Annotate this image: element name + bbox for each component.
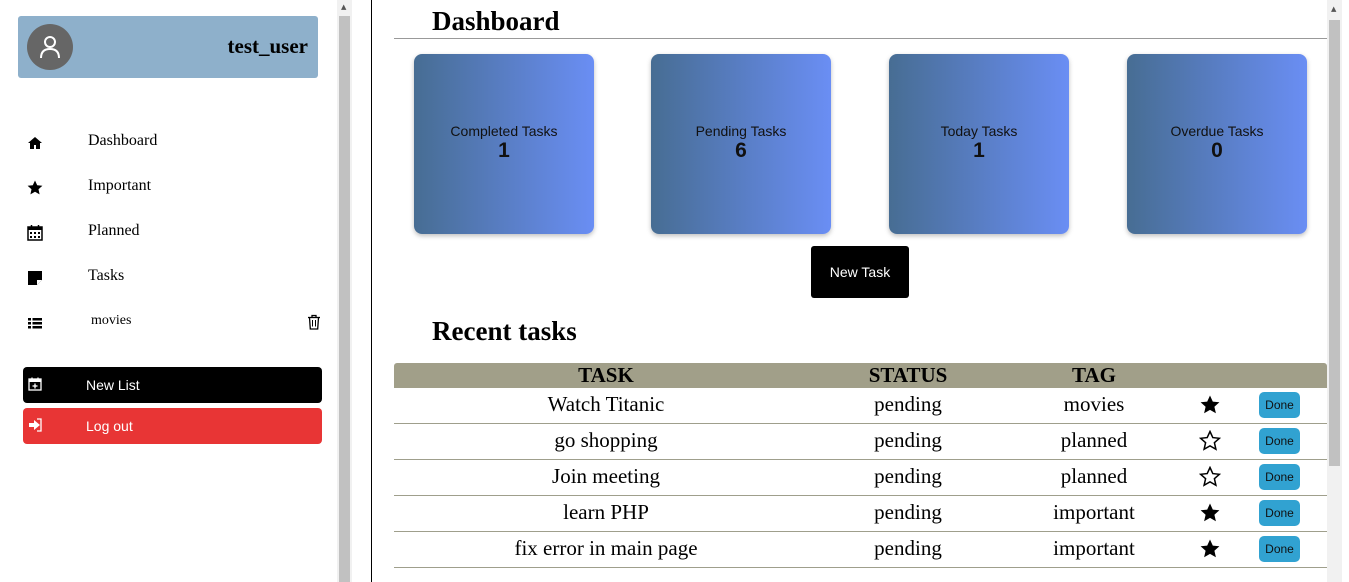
- main-content: Dashboard Completed Tasks 1 Pending Task…: [372, 0, 1327, 582]
- task-tag: movies: [1063, 392, 1125, 416]
- user-icon: [40, 36, 60, 59]
- new-list-button[interactable]: New List: [23, 367, 322, 403]
- table-header: TASK STATUS TAG: [394, 363, 1327, 388]
- main-scrollbar[interactable]: ▲: [1327, 0, 1342, 582]
- column-header-tag: TAG: [1072, 363, 1116, 387]
- sidebar-item-label: Important: [88, 177, 152, 194]
- star-filled-icon[interactable]: [1199, 502, 1221, 524]
- sidebar-item-label: Planned: [88, 222, 140, 239]
- stat-card-overdue: Overdue Tasks 0: [1127, 54, 1307, 234]
- done-button[interactable]: Done: [1259, 392, 1300, 418]
- home-icon: [28, 137, 42, 149]
- stat-card-today: Today Tasks 1: [889, 54, 1069, 234]
- sidebar-item-planned[interactable]: Planned: [0, 216, 337, 248]
- stat-value: 1: [498, 139, 510, 162]
- stat-label: Pending Tasks: [695, 123, 787, 139]
- task-tag: important: [1053, 500, 1135, 524]
- sidebar-item-label: Dashboard: [88, 132, 158, 149]
- page-title: Dashboard: [432, 6, 560, 36]
- task-name: fix error in main page: [514, 536, 698, 560]
- done-button[interactable]: Done: [1259, 500, 1300, 526]
- task-tag: planned: [1060, 428, 1128, 452]
- task-tag: planned: [1060, 464, 1128, 488]
- trash-icon[interactable]: [307, 314, 321, 330]
- task-status: pending: [874, 464, 942, 488]
- logout-button[interactable]: Log out: [23, 408, 322, 444]
- task-status: pending: [874, 536, 942, 560]
- star-icon: [27, 180, 43, 195]
- logout-label: Log out: [86, 418, 133, 434]
- sidebar-item-tasks[interactable]: Tasks: [0, 261, 337, 293]
- new-list-label: New List: [86, 377, 140, 393]
- recent-tasks-table: TASK STATUS TAG Watch Titanic pending mo…: [394, 363, 1327, 568]
- sidebar-item-important[interactable]: Important: [0, 171, 337, 203]
- stat-value: 0: [1211, 139, 1223, 162]
- table-row: learn PHP pending important Done: [394, 496, 1327, 532]
- table-row: Watch Titanic pending movies Done: [394, 388, 1327, 424]
- scroll-up-arrow-icon[interactable]: ▲: [341, 3, 346, 11]
- user-card: test_user: [18, 16, 318, 78]
- main-scrollbar-thumb[interactable]: [1329, 20, 1340, 466]
- table-row: fix error in main page pending important…: [394, 532, 1327, 568]
- avatar[interactable]: [27, 24, 73, 70]
- column-header-task: TASK: [578, 363, 634, 387]
- star-outline-icon[interactable]: [1199, 466, 1221, 488]
- star-filled-icon[interactable]: [1199, 394, 1221, 416]
- task-name: learn PHP: [563, 500, 649, 524]
- table-row: go shopping pending planned Done: [394, 424, 1327, 460]
- title-divider: [394, 38, 1327, 39]
- stat-label: Overdue Tasks: [1170, 123, 1264, 139]
- stat-label: Today Tasks: [940, 123, 1018, 139]
- done-button[interactable]: Done: [1259, 428, 1300, 454]
- task-name: Join meeting: [552, 464, 660, 488]
- username: test_user: [227, 34, 308, 58]
- sidebar-item-label: Tasks: [88, 267, 125, 284]
- task-name: Watch Titanic: [547, 392, 665, 416]
- sign-out-icon: [29, 418, 42, 432]
- task-tag: important: [1053, 536, 1135, 560]
- sticky-note-icon: [28, 271, 42, 285]
- sidebar: test_user Dashboard Important Planned Ta…: [0, 0, 337, 582]
- scroll-up-arrow-icon[interactable]: ▲: [1331, 5, 1336, 13]
- task-status: pending: [874, 392, 942, 416]
- sidebar-scrollbar-thumb[interactable]: [339, 16, 350, 582]
- section-title: Recent tasks: [432, 316, 577, 346]
- stat-card-completed: Completed Tasks 1: [414, 54, 594, 234]
- task-name: go shopping: [554, 428, 658, 452]
- star-filled-icon[interactable]: [1199, 538, 1221, 560]
- star-outline-icon[interactable]: [1199, 430, 1221, 452]
- sidebar-item-dashboard[interactable]: Dashboard: [0, 126, 337, 158]
- list-icon: [28, 318, 42, 329]
- stat-value: 1: [973, 139, 985, 162]
- done-button[interactable]: Done: [1259, 464, 1300, 490]
- stat-card-pending: Pending Tasks 6: [651, 54, 831, 234]
- sidebar-list-movies[interactable]: movies: [0, 306, 337, 338]
- column-header-status: STATUS: [868, 363, 948, 387]
- task-status: pending: [874, 500, 942, 524]
- calendar-icon: [27, 225, 43, 241]
- done-button[interactable]: Done: [1259, 536, 1300, 562]
- sidebar-scrollbar[interactable]: ▲: [337, 0, 352, 582]
- table-row: Join meeting pending planned Done: [394, 460, 1327, 496]
- sidebar-item-label: movies: [91, 313, 132, 328]
- calendar-plus-icon: [28, 377, 42, 391]
- new-task-button[interactable]: New Task: [811, 246, 909, 298]
- stat-label: Completed Tasks: [450, 123, 558, 139]
- task-status: pending: [874, 428, 942, 452]
- stat-value: 6: [735, 139, 747, 162]
